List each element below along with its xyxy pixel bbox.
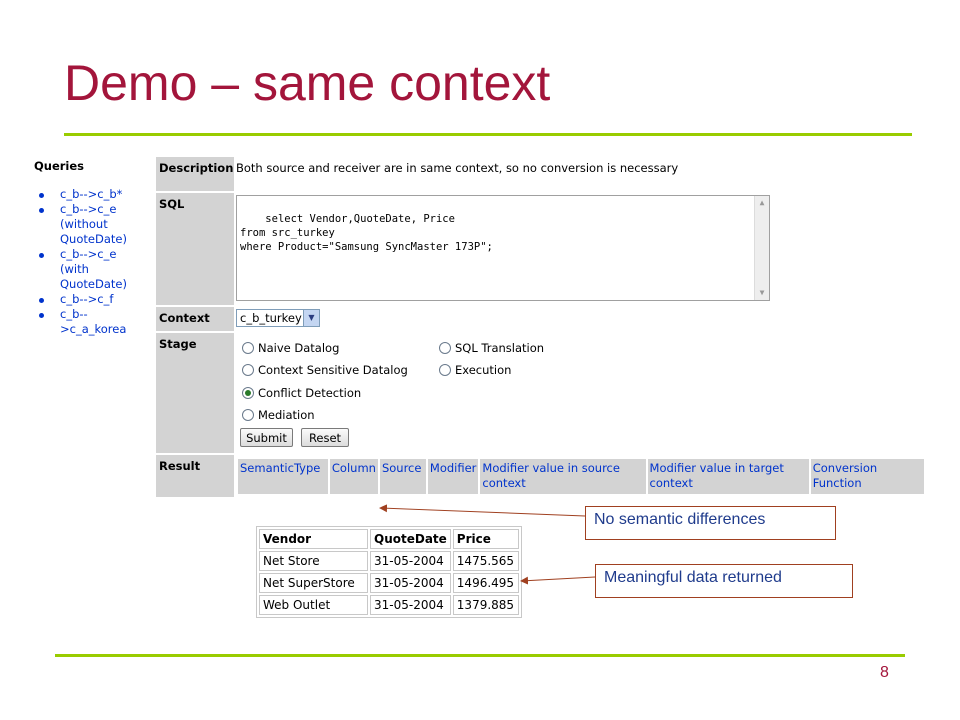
arrow-to-result	[379, 504, 586, 517]
bottom-divider	[55, 654, 905, 657]
arrow-to-data	[520, 576, 596, 585]
callout-arrows	[379, 504, 596, 585]
page-number: 8	[880, 664, 889, 681]
